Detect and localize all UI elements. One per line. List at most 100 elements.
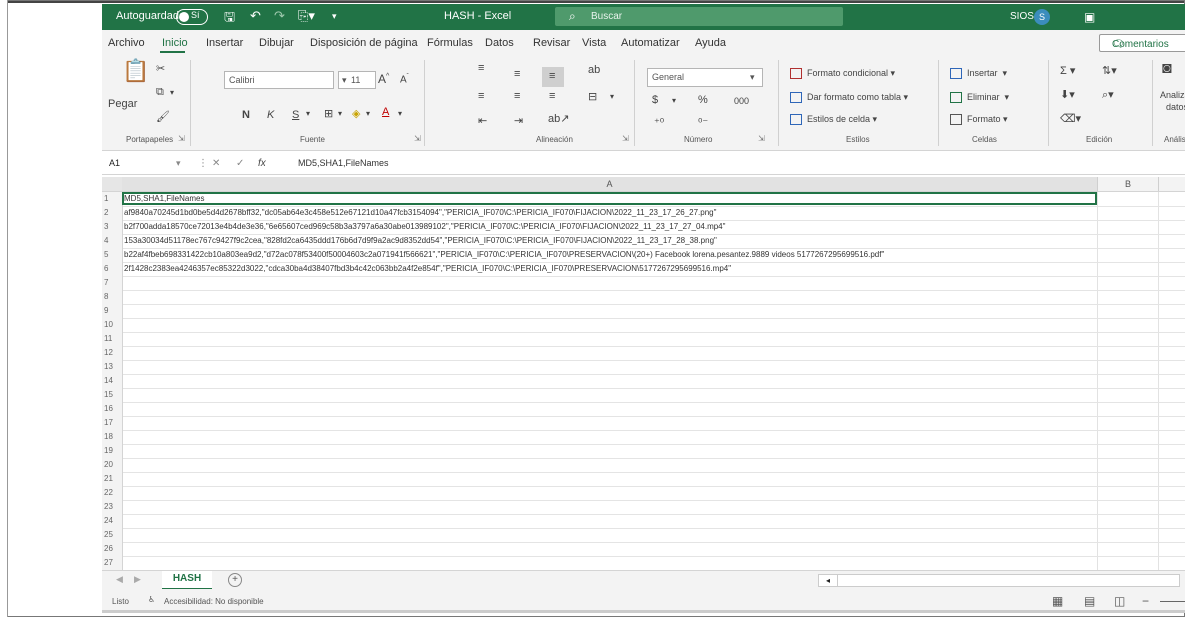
number-format-box[interactable]: General ▾ <box>647 68 763 87</box>
comments-button[interactable]: 🗨 Comentarios <box>1099 34 1185 52</box>
cell-styles-button[interactable]: Estilos de celda ▾ <box>790 114 877 126</box>
name-box[interactable]: A1 ▾ <box>106 155 186 171</box>
shrink-font-icon[interactable]: Aˇ <box>400 74 409 85</box>
align-left-icon[interactable]: ≡ <box>478 90 484 102</box>
cell-a[interactable] <box>124 514 1097 528</box>
row-header[interactable]: 15 <box>102 388 123 402</box>
copy-dropdown-icon[interactable]: ▾ <box>170 88 174 97</box>
cell-a[interactable] <box>124 332 1097 346</box>
row-header[interactable]: 22 <box>102 486 123 500</box>
fill-color-icon[interactable]: ◈ <box>352 107 360 120</box>
cell-a[interactable]: b22af4fbeb698331422cb10a803ea9d2,"d72ac0… <box>124 248 1097 262</box>
cell-a[interactable]: b2f700adda18570ce72013e4b4de3e36,"6e6560… <box>124 220 1097 234</box>
cancel-icon[interactable]: ✕ <box>212 158 220 169</box>
merge-dropdown-icon[interactable]: ▾ <box>610 92 614 101</box>
row-header[interactable]: 27 <box>102 556 123 570</box>
format-as-table-button[interactable]: Dar formato como tabla ▾ <box>790 92 908 104</box>
cell-a[interactable] <box>124 500 1097 514</box>
row-header[interactable]: 19 <box>102 444 123 458</box>
conditional-format-button[interactable]: Formato condicional ▾ <box>790 68 895 80</box>
tab-archivo[interactable]: Archivo <box>108 37 145 49</box>
cell-a[interactable] <box>124 402 1097 416</box>
analyze-data-label[interactable]: Analizar <box>1160 90 1185 100</box>
quick-access-dropdown-icon[interactable]: ▾ <box>332 11 337 22</box>
insert-cells-button[interactable]: Insertar ▾ <box>950 68 1007 80</box>
redo-icon[interactable]: ↷ <box>274 8 285 24</box>
cell-a[interactable]: af9840a70245d1bd0be5d4d2678bff32,"dc05ab… <box>124 206 1097 220</box>
normal-view-icon[interactable]: ▦ <box>1052 594 1063 608</box>
formula-input[interactable]: MD5,SHA1,FileNames <box>298 158 389 168</box>
cell-a[interactable] <box>124 360 1097 374</box>
format-cells-button[interactable]: Formato ▾ <box>950 114 1008 126</box>
underline-button[interactable]: S <box>292 109 299 121</box>
customize-icon[interactable]: ⎘▾ <box>298 8 315 24</box>
font-size-box[interactable]: ▾ 11 <box>338 71 376 89</box>
clipboard-launcher-icon[interactable]: ⇲ <box>178 134 185 143</box>
row-header[interactable]: 6 <box>102 262 123 276</box>
copy-icon[interactable]: ⧉ <box>156 86 164 99</box>
currency-button[interactable]: $ <box>652 94 658 106</box>
alignment-launcher-icon[interactable]: ⇲ <box>622 134 629 143</box>
currency-dropdown-icon[interactable]: ▾ <box>672 96 676 105</box>
horizontal-scrollbar[interactable]: ◂ <box>818 574 1180 587</box>
sheet-tab-hash[interactable]: HASH <box>162 571 212 590</box>
format-painter-icon[interactable]: 🖌 <box>156 110 170 123</box>
cut-icon[interactable]: ✂ <box>156 62 165 75</box>
align-bottom-icon[interactable]: ≡ <box>549 70 555 82</box>
fill-dropdown-icon[interactable]: ▾ <box>366 109 370 118</box>
avatar[interactable]: S <box>1034 9 1050 25</box>
delete-cells-button[interactable]: Eliminar ▾ <box>950 92 1009 104</box>
font-name-box[interactable]: Calibri <box>224 71 334 89</box>
ribbon-display-icon[interactable]: ▣ <box>1084 10 1095 24</box>
row-header[interactable]: 1 <box>102 192 123 206</box>
autosave-toggle[interactable]: Sí <box>176 9 208 25</box>
cell-a[interactable] <box>124 374 1097 388</box>
tab-dibujar[interactable]: Dibujar <box>259 37 294 49</box>
save-icon[interactable]: 🖫 <box>224 8 235 30</box>
autosum-icon[interactable]: Σ ▾ <box>1060 64 1075 77</box>
number-launcher-icon[interactable]: ⇲ <box>758 134 765 143</box>
insert-function-icon[interactable]: fx <box>258 158 266 169</box>
row-header[interactable]: 10 <box>102 318 123 332</box>
align-top-icon[interactable]: ≡ <box>478 62 484 74</box>
next-sheet-icon[interactable]: ▶ <box>134 574 141 585</box>
paste-icon[interactable]: 📋 <box>122 58 149 84</box>
cell-a[interactable] <box>124 472 1097 486</box>
prev-sheet-icon[interactable]: ◀ <box>116 574 123 585</box>
cell-a[interactable] <box>124 542 1097 556</box>
cell-a[interactable] <box>124 304 1097 318</box>
zoom-slider[interactable] <box>1160 601 1185 602</box>
clear-icon[interactable]: ⌫▾ <box>1060 112 1081 125</box>
decrease-decimal-icon[interactable]: ⁰⁻ <box>698 116 708 129</box>
tab-disposicion[interactable]: Disposición de página <box>310 37 418 49</box>
column-header-b[interactable]: B <box>1098 177 1159 191</box>
analyze-data-label-2[interactable]: datos <box>1166 102 1185 112</box>
align-center-icon[interactable]: ≡ <box>514 90 520 102</box>
row-header[interactable]: 5 <box>102 248 123 262</box>
orientation-icon[interactable]: ab↗ <box>548 112 569 125</box>
font-launcher-icon[interactable]: ⇲ <box>414 134 421 143</box>
row-header[interactable]: 3 <box>102 220 123 234</box>
merge-icon[interactable]: ⊟ <box>588 90 597 103</box>
grow-font-icon[interactable]: A^ <box>378 72 389 86</box>
cell-a[interactable] <box>124 430 1097 444</box>
row-header[interactable]: 7 <box>102 276 123 290</box>
row-header[interactable]: 11 <box>102 332 123 346</box>
cell-a[interactable] <box>124 556 1097 570</box>
paste-label[interactable]: Pegar <box>108 98 137 110</box>
cell-a[interactable]: 153a30034d51178ec767c9427f9c2cea,"828fd2… <box>124 234 1097 248</box>
column-header-a[interactable]: A <box>122 177 1098 191</box>
page-break-icon[interactable]: ◫ <box>1114 594 1125 608</box>
search-box[interactable]: ⌕ Buscar <box>555 7 843 26</box>
row-header[interactable]: 26 <box>102 542 123 556</box>
row-header[interactable]: 17 <box>102 416 123 430</box>
italic-button[interactable]: K <box>267 109 274 121</box>
cell-a[interactable] <box>124 528 1097 542</box>
row-header[interactable]: 20 <box>102 458 123 472</box>
row-header[interactable]: 4 <box>102 234 123 248</box>
increase-indent-icon[interactable]: ⇥ <box>514 114 523 127</box>
font-color-icon[interactable]: A <box>382 106 389 118</box>
tab-automatizar[interactable]: Automatizar <box>621 37 680 49</box>
row-header[interactable]: 24 <box>102 514 123 528</box>
row-header[interactable]: 12 <box>102 346 123 360</box>
